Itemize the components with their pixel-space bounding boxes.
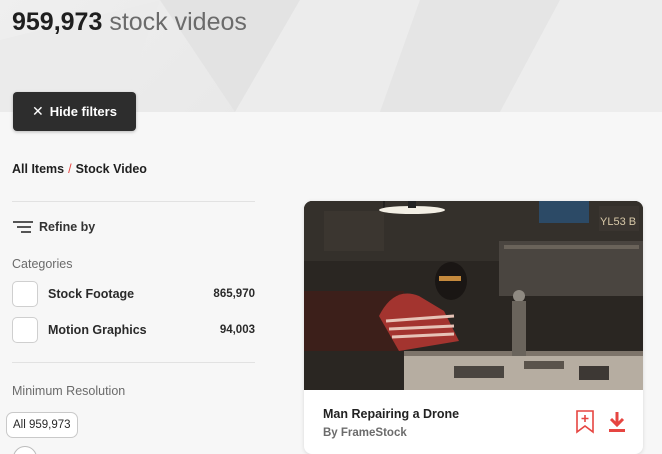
video-author: By FrameStock: [323, 427, 407, 439]
minimum-resolution-heading: Minimum Resolution: [12, 384, 126, 398]
background-sign: YL53 B: [600, 216, 636, 228]
author-name[interactable]: FrameStock: [341, 427, 407, 439]
refine-by-heading: Refine by: [13, 220, 95, 234]
category-count: 865,970: [213, 288, 255, 300]
slider-tooltip: All 959,973: [6, 412, 78, 438]
refine-by-label: Refine by: [39, 220, 96, 234]
hide-filters-label: Hide filters: [49, 104, 117, 119]
result-label: stock videos: [109, 8, 247, 36]
download-icon: [609, 412, 625, 432]
result-count: 959,973: [12, 8, 103, 36]
video-title[interactable]: Man Repairing a Drone: [323, 407, 459, 421]
bookmark-button[interactable]: [573, 409, 597, 435]
category-checkbox[interactable]: [12, 317, 38, 343]
filter-lines-icon: [13, 221, 33, 233]
breadcrumb: All Items / Stock Video: [12, 162, 147, 176]
breadcrumb-separator: /: [68, 162, 72, 176]
breadcrumb-current: Stock Video: [75, 162, 147, 176]
category-row[interactable]: Stock Footage 865,970: [12, 280, 255, 308]
breadcrumb-root[interactable]: All Items: [12, 162, 64, 176]
video-thumbnail[interactable]: YL53 B: [304, 201, 643, 390]
bookmark-plus-icon: [576, 410, 594, 434]
hide-filters-button[interactable]: ✕ Hide filters: [13, 92, 136, 131]
category-count: 94,003: [219, 324, 255, 336]
category-checkbox[interactable]: [12, 281, 38, 307]
download-button[interactable]: [605, 409, 629, 435]
divider: [12, 201, 255, 202]
divider: [12, 362, 255, 363]
categories-heading: Categories: [12, 257, 73, 271]
video-card[interactable]: YL53 B Man Repairing a Drone By FrameSto…: [304, 201, 643, 454]
author-prefix: By: [323, 427, 338, 439]
category-row[interactable]: Motion Graphics 94,003: [12, 316, 255, 344]
close-icon: ✕: [32, 103, 44, 119]
category-label: Stock Footage: [48, 287, 135, 301]
page-title: 959,973 stock videos: [12, 6, 247, 38]
category-label: Motion Graphics: [48, 323, 147, 337]
